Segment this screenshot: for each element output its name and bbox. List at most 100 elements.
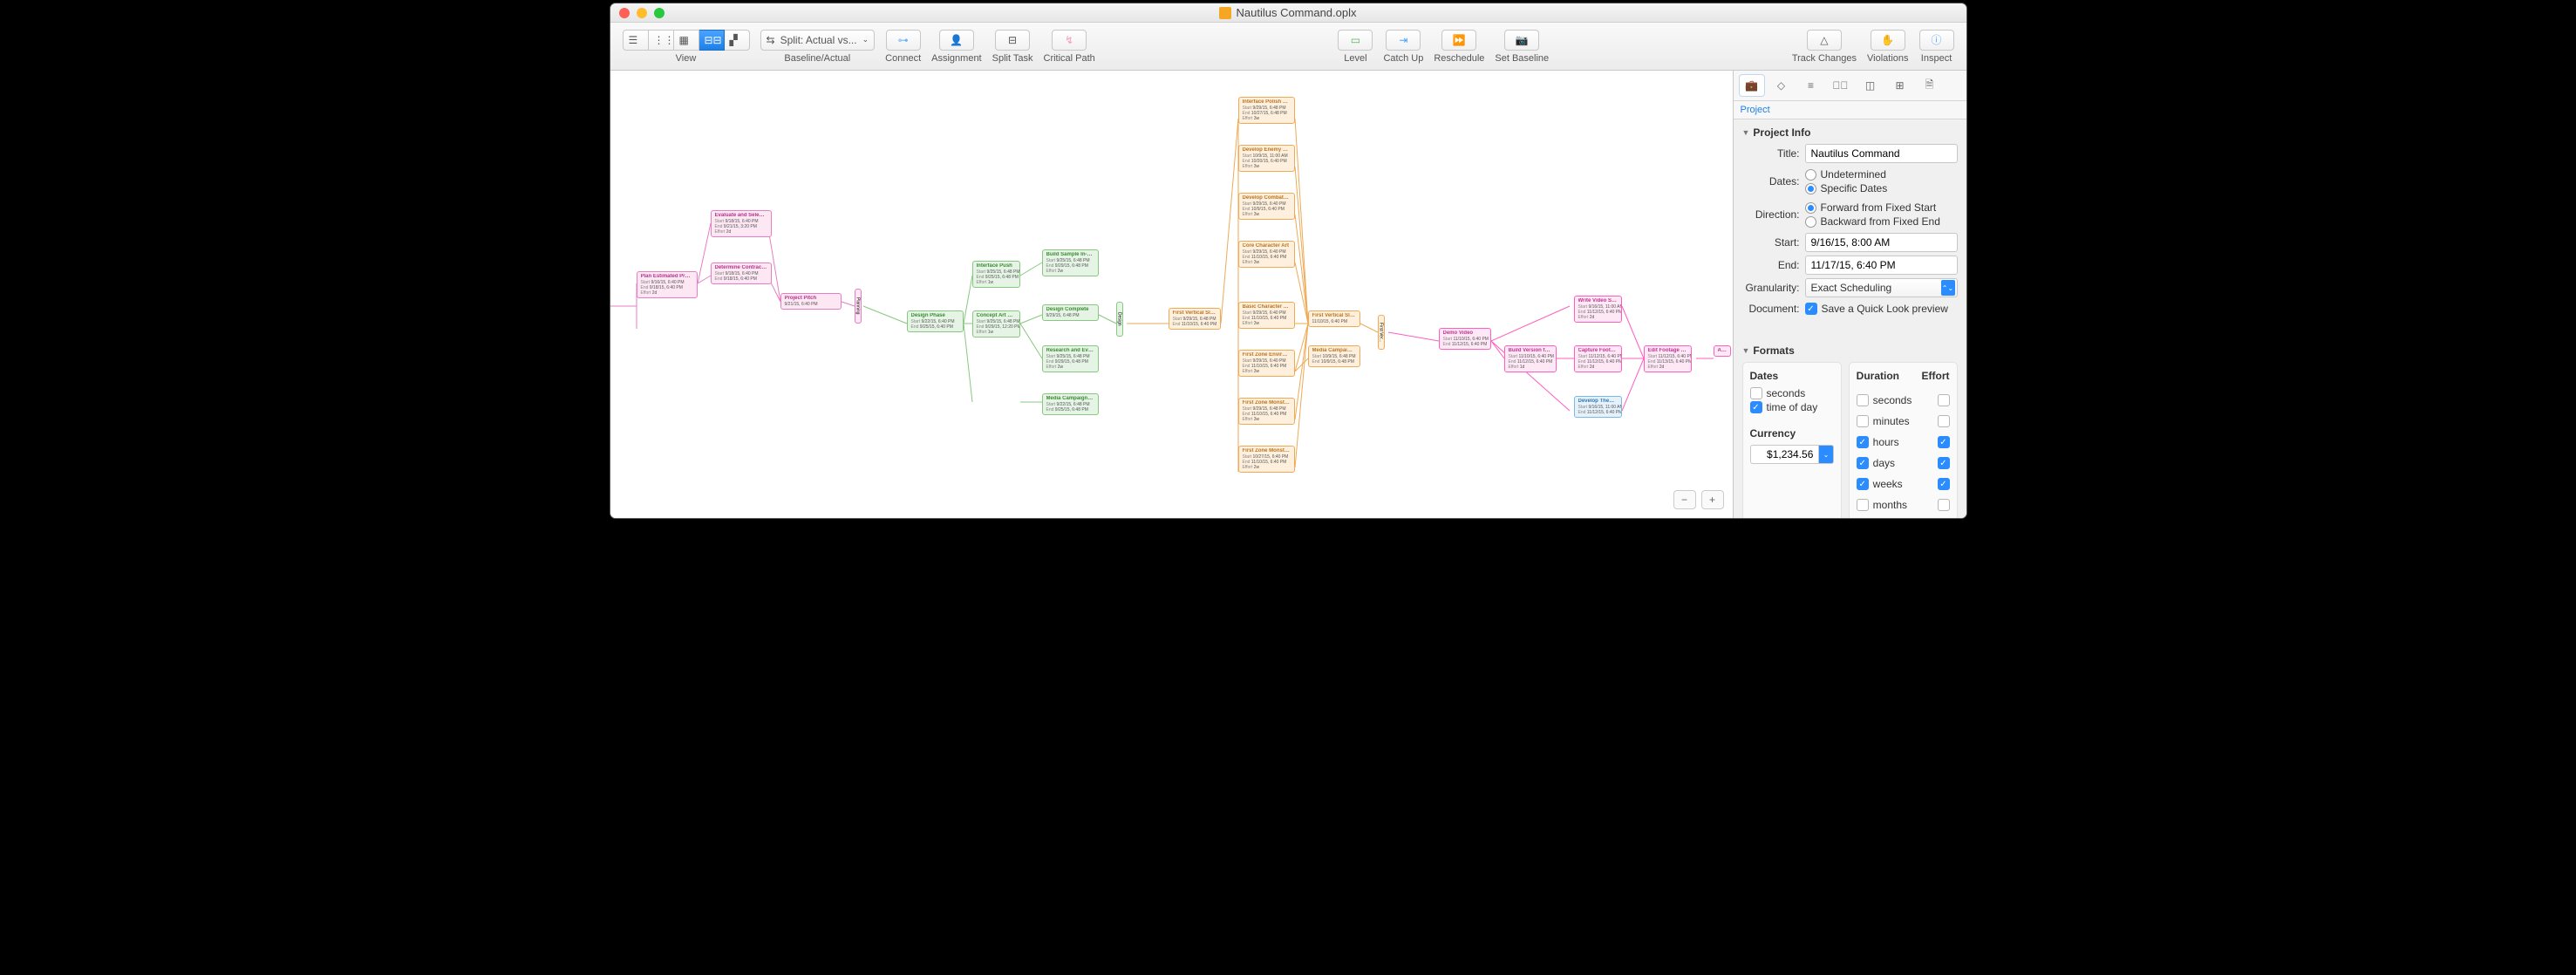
task-first-zone-monster[interactable]: First Zone Monster ArtStart 9/29/15, 6:4… (1238, 398, 1295, 425)
view-group: ☰ ⋮⋮ ▦ ⊟⊟ ▞ View (623, 30, 750, 64)
task-capture-footage[interactable]: Capture Footage from...Start 11/12/15, 6… (1574, 345, 1622, 372)
disclosure-triangle-icon[interactable]: ▼ (1742, 346, 1750, 355)
direction-backward-radio[interactable]: Backward from Fixed End (1805, 215, 1958, 228)
seconds-checkbox[interactable]: seconds (1750, 387, 1834, 399)
milestone-planning[interactable]: Planning (855, 289, 862, 324)
milestone-first-vertical[interactable]: First Ver... (1378, 315, 1385, 350)
inspector-tab-resource[interactable]: �⃝ (1828, 74, 1854, 97)
task-demo-video[interactable]: Demo VideoStart 11/10/15, 6:40 PMEnd 11/… (1439, 328, 1491, 350)
network-canvas[interactable]: Plan Estimated Project... Start 9/16/15,… (610, 71, 1733, 518)
effort-hours-checkbox[interactable] (1938, 436, 1950, 448)
violations-button[interactable]: ✋ (1871, 30, 1905, 51)
task-develop-enemy[interactable]: Develop Enemy Pathin...Start 10/9/15, 11… (1238, 145, 1295, 172)
split-task-label: Split Task (992, 53, 1033, 64)
effort-months-checkbox[interactable] (1938, 499, 1950, 511)
split-task-icon: ⊟ (1008, 34, 1017, 46)
task-plan-estimated[interactable]: Plan Estimated Project... Start 9/16/15,… (637, 271, 698, 298)
duration-hours-checkbox[interactable]: hours (1857, 436, 1899, 448)
task-develop-combat[interactable]: Develop Combat Engin...Start 9/29/15, 6:… (1238, 193, 1295, 220)
disclosure-triangle-icon[interactable]: ▼ (1742, 128, 1750, 137)
task-media-campaign[interactable]: Media Campaign Phas... Start 9/22/15, 6:… (1042, 393, 1099, 415)
split-task-button[interactable]: ⊟ (995, 30, 1030, 51)
connect-button[interactable]: ⊶ (886, 30, 921, 51)
granularity-select[interactable]: Exact Scheduling⌃⌄ (1805, 278, 1958, 297)
milestone-design[interactable]: Design (1116, 302, 1123, 337)
critical-path-button[interactable]: ↯ (1052, 30, 1087, 51)
duration-months-checkbox[interactable]: months (1857, 499, 1907, 511)
view-mode-2[interactable]: ⋮⋮ (649, 30, 674, 51)
task-first-zone-env[interactable]: First Zone Environment...Start 9/29/15, … (1238, 350, 1295, 377)
task-interface-polish[interactable]: Interface Polish PassStart 9/29/15, 6:48… (1238, 97, 1295, 124)
effort-days-checkbox[interactable] (1938, 457, 1950, 469)
effort-weeks-checkbox[interactable] (1938, 478, 1950, 490)
task-design-phase[interactable]: Design Phase Start 9/22/15, 6:40 PM End … (907, 310, 964, 332)
end-input[interactable] (1805, 256, 1958, 275)
task-develop-theme[interactable]: Develop Theme Music...Start 9/16/15, 11:… (1574, 396, 1622, 418)
task-media-campaign-2[interactable]: Media Campaign Phas...Start 10/9/15, 6:4… (1308, 345, 1360, 367)
task-build-version[interactable]: Build Version for Video...Start 11/10/15… (1504, 345, 1557, 372)
task-basic-character[interactable]: Basic Character Anima...Start 9/29/15, 6… (1238, 302, 1295, 329)
task-first-zone-monster-ani[interactable]: First Zone Monster Ani...Start 10/27/15,… (1238, 446, 1295, 473)
quicklook-checkbox[interactable]: Save a Quick Look preview (1805, 303, 1958, 315)
document2-icon: 🗎 (1925, 77, 1934, 95)
view-mode-3[interactable]: ▦ (674, 30, 699, 51)
view-mode-5[interactable]: ▞ (725, 30, 750, 51)
task-first-vertical-slice[interactable]: First Vertical Slice Start 9/29/15, 6:48… (1169, 308, 1221, 330)
view-mode-network[interactable]: ⊟⊟ (699, 30, 725, 51)
effort-minutes-checkbox[interactable] (1938, 415, 1950, 427)
task-design-complete[interactable]: Design Complete 9/29/15, 6:48 PM (1042, 304, 1099, 321)
title-input[interactable] (1805, 144, 1958, 163)
task-build-sample[interactable]: Build Sample In-Engine... Start 9/25/15,… (1042, 249, 1099, 276)
time-of-day-checkbox[interactable]: time of day (1750, 401, 1834, 413)
zoom-in-button[interactable]: + (1701, 490, 1724, 509)
duration-weeks-checkbox[interactable]: weeks (1857, 478, 1903, 490)
project-info-header: Project Info (1753, 126, 1810, 139)
task-research-evaluate[interactable]: Research and Evaluat... Start 9/25/15, 6… (1042, 345, 1099, 372)
formats-dates-col: Dates seconds time of day Currency ⌄ (1742, 362, 1842, 518)
filename-label: Nautilus Command.oplx (1236, 6, 1356, 19)
direction-forward-radio[interactable]: Forward from Fixed Start (1805, 201, 1958, 214)
inspector-tab-custom[interactable]: ◫ (1857, 74, 1884, 97)
inspector-tab-milestones[interactable]: ◇ (1768, 74, 1795, 97)
task-interface-push[interactable]: Interface Push Start 9/25/15, 6:48 PM En… (972, 261, 1020, 288)
inspector-tabs: 💼 ◇ ≡ �⃝ ◫ ⊞ 🗎 (1734, 71, 1966, 101)
zoom-out-button[interactable]: − (1673, 490, 1696, 509)
dates-undetermined-radio[interactable]: Undetermined (1805, 168, 1958, 181)
catch-up-button[interactable]: ⇥ (1386, 30, 1421, 51)
inspector-tab-table[interactable]: ⊞ (1887, 74, 1913, 97)
info-icon: ⓘ (1932, 32, 1942, 47)
start-input[interactable] (1805, 233, 1958, 252)
inspector-tab-styles[interactable]: ≡ (1798, 74, 1824, 97)
set-baseline-button[interactable]: 📷 (1504, 30, 1539, 51)
task-edit-footage[interactable]: Edit Footage to Theme...Start 11/12/15, … (1644, 345, 1692, 372)
currency-field[interactable]: ⌄ (1750, 445, 1834, 464)
dates-specific-radio[interactable]: Specific Dates (1805, 182, 1958, 194)
list-icon: ☰ (629, 34, 643, 46)
currency-dropdown[interactable]: ⌄ (1819, 445, 1833, 464)
task-evaluate-select[interactable]: Evaluate and Select M... Start 9/18/15, … (711, 210, 772, 237)
view-mode-1[interactable]: ☰ (623, 30, 649, 51)
task-first-vs-complete[interactable]: First Vertical Slice Com...11/10/15, 6:4… (1308, 310, 1360, 327)
task-determine-contractor[interactable]: Determine Contractor... Start 9/18/15, 6… (711, 262, 772, 284)
duration-seconds-checkbox[interactable]: seconds (1857, 394, 1912, 406)
inspector-tab-project[interactable]: 💼 (1739, 74, 1765, 97)
reschedule-button[interactable]: ⏩ (1441, 30, 1476, 51)
effort-seconds-checkbox[interactable] (1938, 394, 1950, 406)
level-button[interactable]: ▭ (1338, 30, 1373, 51)
inspect-button[interactable]: ⓘ (1919, 30, 1954, 51)
assignment-button[interactable]: 👤 (939, 30, 974, 51)
task-concept-art-push[interactable]: Concept Art Push Start 9/25/15, 6:48 PM … (972, 310, 1020, 338)
person-icon: 👤 (950, 34, 963, 46)
currency-input[interactable] (1750, 445, 1820, 464)
task-write-script[interactable]: Write Video ScriptStart 9/16/15, 11:00 A… (1574, 296, 1622, 323)
inspector-tab-doc[interactable]: 🗎 (1917, 74, 1943, 97)
task-additional[interactable]: Ad... (1714, 345, 1731, 357)
grid-icon: ⊞ (1895, 79, 1904, 92)
duration-minutes-checkbox[interactable]: minutes (1857, 415, 1910, 427)
task-project-pitch[interactable]: Project Pitch 9/21/15, 6:40 PM (780, 293, 842, 310)
baseline-dropdown[interactable]: ⇆ Split: Actual vs... ⌄ (760, 30, 876, 51)
duration-days-checkbox[interactable]: days (1857, 457, 1895, 469)
delta-icon: △ (1820, 34, 1828, 46)
track-changes-button[interactable]: △ (1807, 30, 1842, 51)
task-core-character[interactable]: Core Character ArtStart 9/29/15, 6:40 PM… (1238, 241, 1295, 268)
